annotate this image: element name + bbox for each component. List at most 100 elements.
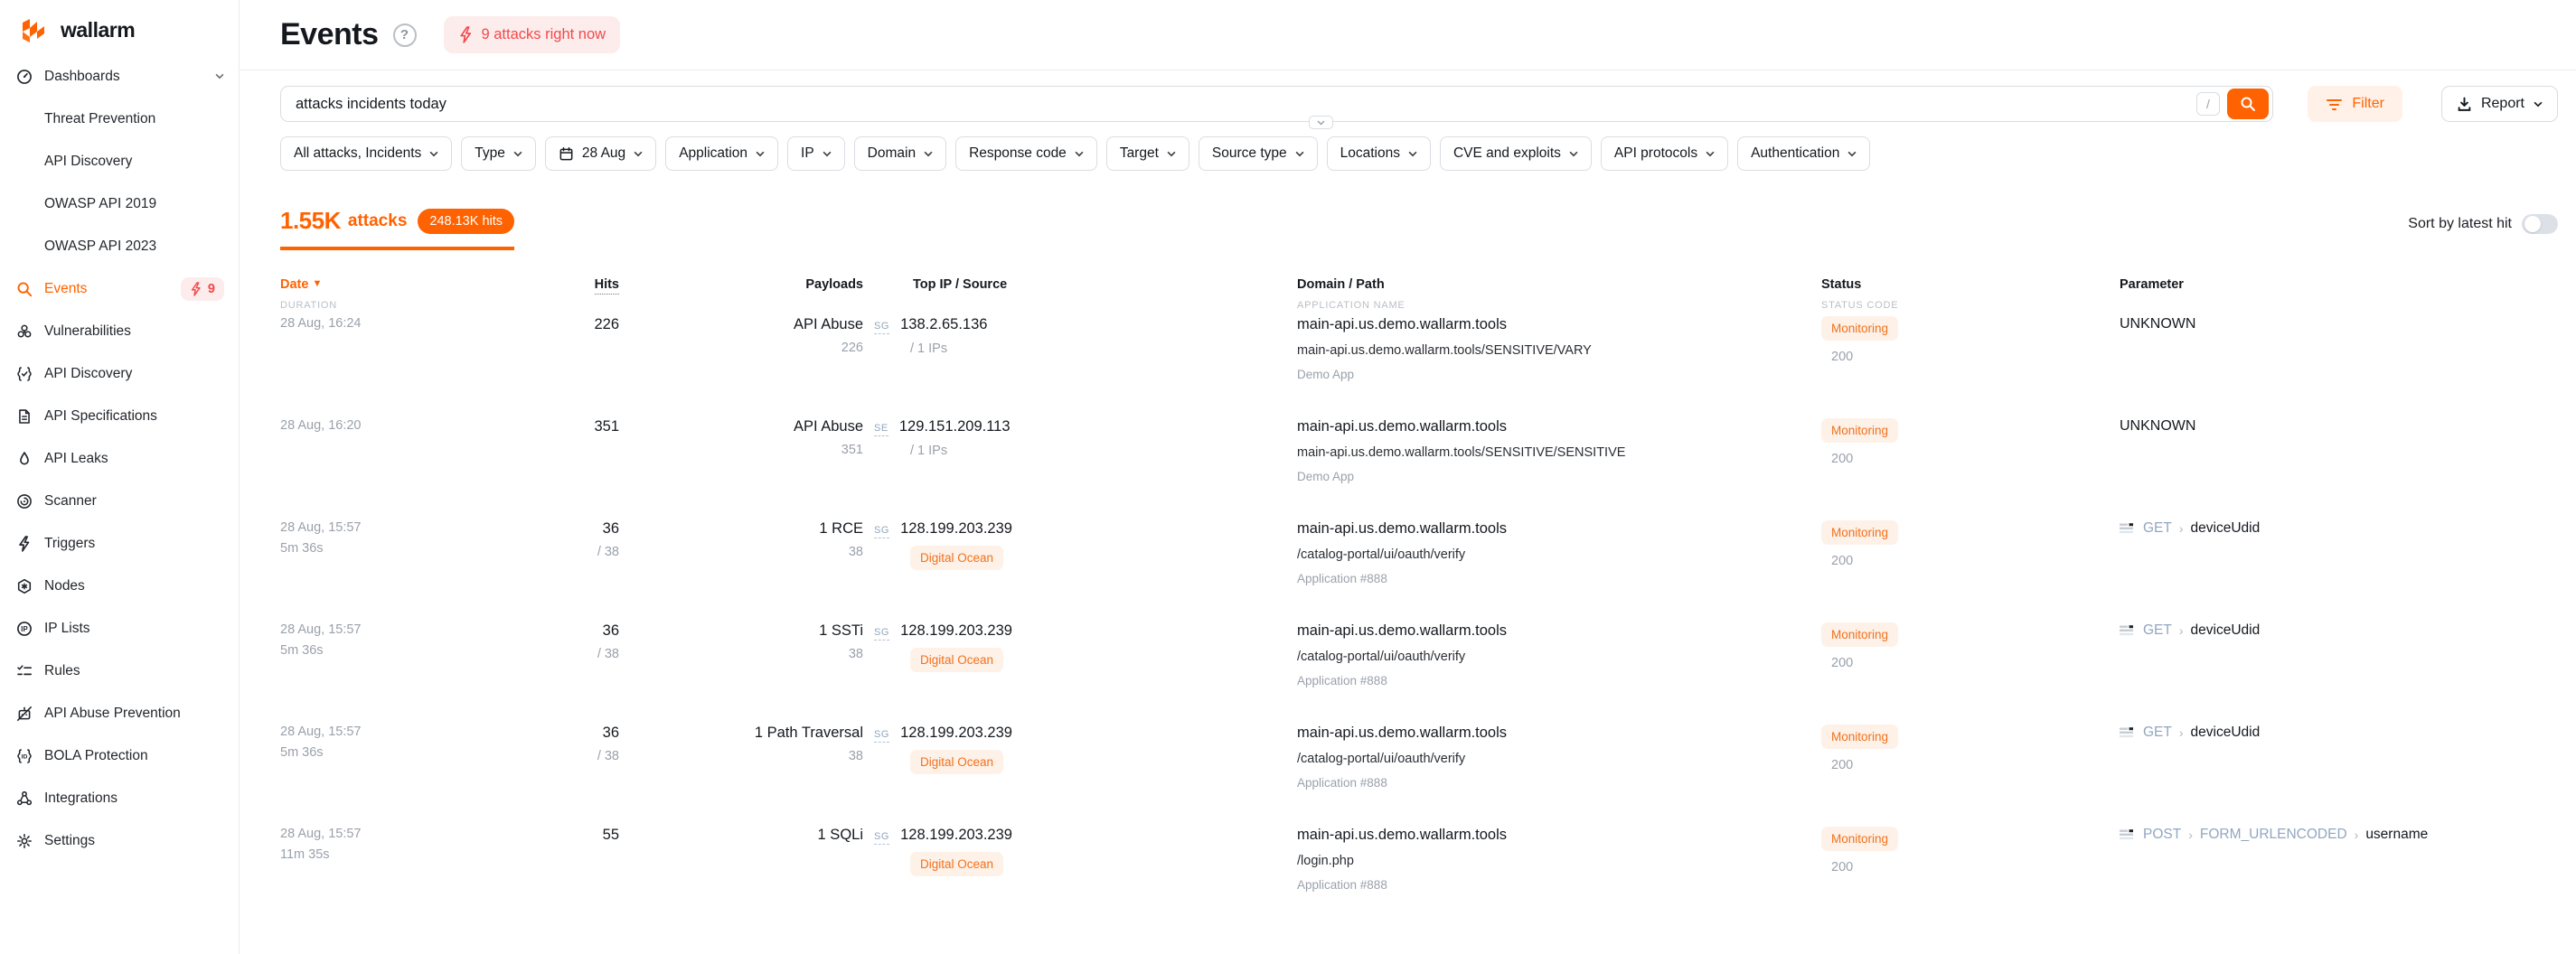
event-row[interactable]: 28 Aug, 15:575m 36s36/ 381 SSTi38SG128.1… bbox=[280, 617, 2558, 719]
source-ip[interactable]: 129.151.209.113 bbox=[899, 418, 1011, 435]
expand-filters-button[interactable] bbox=[1309, 116, 1333, 129]
event-row[interactable]: 28 Aug, 15:575m 36s36/ 381 RCE38SG128.19… bbox=[280, 515, 2558, 617]
country-code-badge[interactable]: SG bbox=[874, 729, 889, 743]
search-input[interactable] bbox=[296, 96, 2196, 113]
path[interactable]: /login.php bbox=[1297, 854, 1821, 868]
domain[interactable]: main-api.us.demo.wallarm.tools bbox=[1297, 827, 1821, 844]
source-ip[interactable]: 128.199.203.239 bbox=[900, 725, 1012, 742]
attacks-now-badge[interactable]: 9 attacks right now bbox=[444, 16, 621, 53]
filter-chip-api-protocols[interactable]: API protocols bbox=[1601, 136, 1728, 171]
domain[interactable]: main-api.us.demo.wallarm.tools bbox=[1297, 725, 1821, 742]
payload-count: 351 bbox=[619, 443, 863, 457]
parameter-value: UNKNOWN bbox=[2120, 418, 2558, 435]
country-code-badge[interactable]: SE bbox=[874, 423, 888, 436]
event-row[interactable]: 28 Aug, 15:5711m 35s551 SQLiSG128.199.20… bbox=[280, 821, 2558, 923]
sidebar-item-api-specifications[interactable]: API Specifications bbox=[0, 395, 239, 437]
country-code-badge[interactable]: SG bbox=[874, 525, 889, 538]
sidebar-item-rules[interactable]: Rules bbox=[0, 650, 239, 692]
sidebar-item-label: API Leaks bbox=[44, 451, 108, 467]
filter-button[interactable]: Filter bbox=[2308, 86, 2402, 122]
source-type-badge[interactable]: Digital Ocean bbox=[910, 648, 1003, 672]
source-ip[interactable]: 128.199.203.239 bbox=[900, 520, 1012, 538]
sidebar-item-bola-protection[interactable]: IDBOLA Protection bbox=[0, 734, 239, 777]
sidebar-item-settings[interactable]: Settings bbox=[0, 819, 239, 862]
report-button[interactable]: Report bbox=[2441, 86, 2558, 122]
sidebar-item-label: API Abuse Prevention bbox=[44, 706, 181, 722]
event-row[interactable]: 28 Aug, 16:24226API Abuse226SG138.2.65.1… bbox=[280, 311, 2558, 413]
domain[interactable]: main-api.us.demo.wallarm.tools bbox=[1297, 418, 1821, 435]
country-code-badge[interactable]: SG bbox=[874, 627, 889, 641]
biohazard-icon bbox=[16, 323, 33, 340]
hits-header-label: Hits bbox=[595, 277, 619, 295]
chevron-down-icon bbox=[924, 151, 933, 157]
sidebar-item-vulnerabilities[interactable]: Vulnerabilities bbox=[0, 310, 239, 352]
event-payload-cell: 1 Path Traversal38 bbox=[619, 719, 863, 763]
sidebar-item-events[interactable]: Events9 bbox=[0, 267, 239, 310]
sidebar-item-api-leaks[interactable]: API Leaks bbox=[0, 437, 239, 480]
domain[interactable]: main-api.us.demo.wallarm.tools bbox=[1297, 622, 1821, 640]
sidebar-item-threat-prevention[interactable]: Threat Prevention bbox=[0, 98, 239, 140]
sidebar-item-owasp-api-2019[interactable]: OWASP API 2019 bbox=[0, 182, 239, 225]
source-ip[interactable]: 138.2.65.136 bbox=[900, 316, 987, 333]
source-type-badge[interactable]: Digital Ocean bbox=[910, 852, 1003, 876]
svg-text:ID: ID bbox=[22, 753, 28, 760]
source-ip[interactable]: 128.199.203.239 bbox=[900, 827, 1012, 844]
wallarm-logo[interactable]: wallarm bbox=[0, 13, 239, 55]
sidebar-item-api-discovery[interactable]: API Discovery bbox=[0, 352, 239, 395]
page-title: Events bbox=[280, 17, 379, 52]
hits-total: / 38 bbox=[560, 647, 619, 661]
sidebar-item-api-discovery-dashboard[interactable]: API Discovery bbox=[0, 140, 239, 182]
filter-chip-cve-and-exploits[interactable]: CVE and exploits bbox=[1440, 136, 1592, 171]
event-domain-cell: main-api.us.demo.wallarm.tools/catalog-p… bbox=[1297, 719, 1821, 790]
path[interactable]: main-api.us.demo.wallarm.tools/SENSITIVE… bbox=[1297, 445, 1821, 460]
sidebar-item-triggers[interactable]: Triggers bbox=[0, 522, 239, 565]
sidebar-item-integrations[interactable]: Integrations bbox=[0, 777, 239, 819]
country-code-badge[interactable]: SG bbox=[874, 831, 889, 845]
path[interactable]: main-api.us.demo.wallarm.tools/SENSITIVE… bbox=[1297, 343, 1821, 358]
filter-chip-target[interactable]: Target bbox=[1106, 136, 1189, 171]
column-header-date[interactable]: Date ▼ DURATION bbox=[280, 277, 560, 311]
sidebar-item-dashboards[interactable]: Dashboards bbox=[0, 55, 239, 98]
filter-chip-type[interactable]: Type bbox=[461, 136, 536, 171]
sidebar-item-owasp-api-2023[interactable]: OWASP API 2023 bbox=[0, 225, 239, 267]
filter-chip-source-type[interactable]: Source type bbox=[1199, 136, 1318, 171]
filter-chip-domain[interactable]: Domain bbox=[854, 136, 946, 171]
sort-toggle[interactable] bbox=[2522, 214, 2558, 234]
filter-chip-locations[interactable]: Locations bbox=[1327, 136, 1431, 171]
filter-chip-ip[interactable]: IP bbox=[787, 136, 845, 171]
sidebar-item-ip-lists[interactable]: IPIP Lists bbox=[0, 607, 239, 650]
payload-type: 1 Path Traversal bbox=[619, 725, 863, 742]
sidebar-item-scanner[interactable]: Scanner bbox=[0, 480, 239, 522]
search-icon bbox=[2240, 96, 2256, 112]
tab-attacks[interactable]: 1.55K attacks 248.13K hits bbox=[280, 207, 514, 250]
filter-chip-label: IP bbox=[801, 145, 814, 162]
country-code-badge[interactable]: SG bbox=[874, 321, 889, 334]
filter-chip-authentication[interactable]: Authentication bbox=[1737, 136, 1870, 171]
column-header-hits[interactable]: Hits bbox=[560, 277, 619, 311]
filter-chip-response-code[interactable]: Response code bbox=[955, 136, 1097, 171]
domain[interactable]: main-api.us.demo.wallarm.tools bbox=[1297, 520, 1821, 538]
domain[interactable]: main-api.us.demo.wallarm.tools bbox=[1297, 316, 1821, 333]
help-icon[interactable]: ? bbox=[393, 23, 417, 47]
application-name: Application #888 bbox=[1297, 878, 1821, 892]
source-type-badge[interactable]: Digital Ocean bbox=[910, 750, 1003, 774]
event-row[interactable]: 28 Aug, 15:575m 36s36/ 381 Path Traversa… bbox=[280, 719, 2558, 821]
path[interactable]: /catalog-portal/ui/oauth/verify bbox=[1297, 752, 1821, 766]
event-date: 28 Aug, 15:57 bbox=[280, 827, 560, 841]
document-icon bbox=[16, 408, 33, 425]
path[interactable]: /catalog-portal/ui/oauth/verify bbox=[1297, 547, 1821, 562]
filter-chip-28-aug[interactable]: 28 Aug bbox=[545, 136, 656, 171]
domain-header-label: Domain / Path bbox=[1297, 277, 1385, 292]
event-row[interactable]: 28 Aug, 16:20351API Abuse351SE129.151.20… bbox=[280, 413, 2558, 515]
filter-chip-all-attacks-incidents[interactable]: All attacks, Incidents bbox=[280, 136, 452, 171]
source-ip[interactable]: 128.199.203.239 bbox=[900, 622, 1012, 640]
event-status-cell: Monitoring200 bbox=[1821, 719, 2120, 772]
search-button[interactable] bbox=[2227, 89, 2269, 119]
sidebar-item-nodes[interactable]: Nodes bbox=[0, 565, 239, 607]
filter-chip-application[interactable]: Application bbox=[665, 136, 778, 171]
sidebar-item-label: Triggers bbox=[44, 536, 95, 552]
chevron-separator: › bbox=[2188, 828, 2193, 842]
sidebar-item-api-abuse-prevention[interactable]: API Abuse Prevention bbox=[0, 692, 239, 734]
path[interactable]: /catalog-portal/ui/oauth/verify bbox=[1297, 650, 1821, 664]
source-type-badge[interactable]: Digital Ocean bbox=[910, 546, 1003, 570]
